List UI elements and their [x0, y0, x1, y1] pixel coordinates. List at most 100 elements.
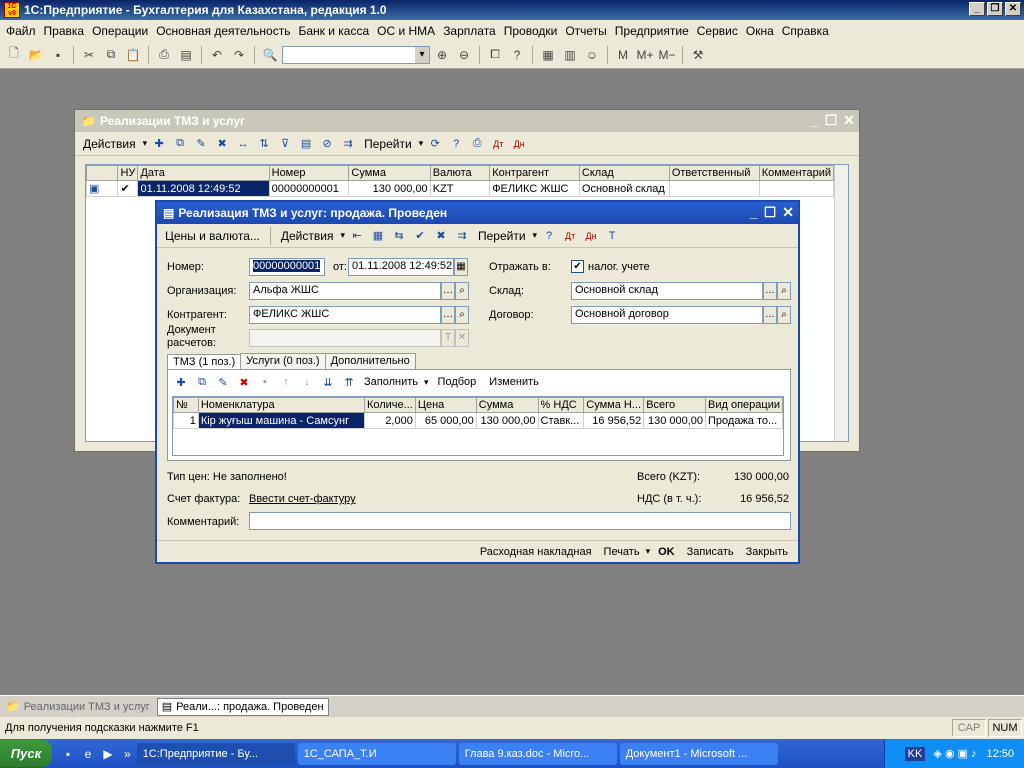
- doc-maximize-button[interactable]: ☐: [764, 204, 777, 221]
- contractor-open-icon[interactable]: ⌕: [455, 306, 469, 324]
- waybill-button[interactable]: Расходная накладная: [476, 546, 596, 558]
- sort-asc-icon[interactable]: ⇊: [319, 373, 337, 391]
- table-row[interactable]: 1 Кір жуғыш машина - Самсунг 2,000 65 00…: [173, 412, 783, 429]
- org-select-button[interactable]: …: [441, 282, 455, 300]
- filter-list-icon[interactable]: ▤: [297, 135, 315, 153]
- doc-actions-button[interactable]: Действия: [277, 229, 338, 243]
- list-vscroll[interactable]: [834, 165, 848, 441]
- filter-icon[interactable]: ⊽: [276, 135, 294, 153]
- goods-copy-icon[interactable]: ⧉: [193, 373, 211, 391]
- col-warehouse[interactable]: Склад: [578, 165, 670, 181]
- tools-icon[interactable]: ⚒: [688, 45, 708, 65]
- goods-edit-icon[interactable]: ✎: [214, 373, 232, 391]
- goods-col-n[interactable]: №: [173, 397, 199, 413]
- goods-col-qty[interactable]: Количе...: [363, 397, 416, 413]
- close-doc-button[interactable]: Закрыть: [742, 546, 792, 558]
- doc-minimize-button[interactable]: _: [750, 204, 758, 221]
- goods-delete-icon[interactable]: ✖: [235, 373, 253, 391]
- filter-off-icon[interactable]: ⊘: [318, 135, 336, 153]
- pick-button[interactable]: Подбор: [432, 376, 483, 388]
- refresh-icon[interactable]: ⟳: [426, 135, 444, 153]
- memory-minus-icon[interactable]: M−: [657, 45, 677, 65]
- list-print-icon[interactable]: ⎙: [468, 135, 486, 153]
- list-goto-button[interactable]: Перейти: [360, 137, 416, 151]
- menu-service[interactable]: Сервис: [693, 24, 742, 38]
- move-down-icon[interactable]: ↓: [298, 373, 316, 391]
- org-open-icon[interactable]: ⌕: [455, 282, 469, 300]
- menu-main-activity[interactable]: Основная деятельность: [152, 24, 294, 38]
- text-format-icon[interactable]: T: [603, 227, 621, 245]
- contractor-select-button[interactable]: …: [441, 306, 455, 324]
- col-number[interactable]: Номер: [268, 165, 350, 181]
- goods-col-vatsum[interactable]: Сумма Н...: [583, 397, 645, 413]
- fill-button[interactable]: Заполнить: [361, 376, 421, 388]
- wh-select-button[interactable]: …: [763, 282, 777, 300]
- doc-based-on-icon[interactable]: ⇉: [453, 227, 471, 245]
- calc-icon[interactable]: ▦: [369, 227, 387, 245]
- restore-button[interactable]: ❐: [987, 2, 1003, 16]
- col-comment[interactable]: Комментарий: [758, 165, 835, 181]
- contractor-field[interactable]: ФЕЛИКС ЖШС: [249, 306, 441, 324]
- back-icon[interactable]: ⇤: [348, 227, 366, 245]
- goods-add-icon[interactable]: ✚: [172, 373, 190, 391]
- sort-desc-icon[interactable]: ⇈: [340, 373, 358, 391]
- date-field[interactable]: 01.11.2008 12:49:52: [348, 258, 454, 276]
- edit-row-icon[interactable]: ✎: [192, 135, 210, 153]
- undo-icon[interactable]: ↶: [207, 45, 227, 65]
- tab-services[interactable]: Услуги (0 поз.): [240, 353, 326, 369]
- help-icon[interactable]: ?: [507, 45, 527, 65]
- goods-col-price[interactable]: Цена: [414, 397, 477, 413]
- list-help-icon[interactable]: ?: [447, 135, 465, 153]
- task-folder[interactable]: 1С_САПА_Т.И: [297, 742, 456, 765]
- menu-enterprise[interactable]: Предприятие: [611, 24, 693, 38]
- col-date[interactable]: Дата: [137, 165, 270, 181]
- print-icon[interactable]: ⎙: [154, 45, 174, 65]
- save-button[interactable]: Записать: [683, 546, 738, 558]
- menu-edit[interactable]: Правка: [40, 24, 89, 38]
- comment-field[interactable]: [249, 512, 791, 530]
- prices-currency-button[interactable]: Цены и валюта...: [161, 229, 264, 243]
- unpost-icon[interactable]: ✖: [432, 227, 450, 245]
- tab-additional[interactable]: Дополнительно: [324, 353, 416, 369]
- menu-reports[interactable]: Отчеты: [561, 24, 610, 38]
- memory-m-icon[interactable]: M: [613, 45, 633, 65]
- menu-assets[interactable]: ОС и НМА: [373, 24, 439, 38]
- col-nu[interactable]: НУ: [117, 165, 139, 181]
- search-combo[interactable]: [282, 45, 430, 64]
- number-field[interactable]: 00000000001: [249, 258, 325, 276]
- list-minimize-button[interactable]: _: [811, 112, 819, 129]
- cut-icon[interactable]: ✂: [79, 45, 99, 65]
- chevron-icon[interactable]: »: [124, 747, 131, 761]
- goods-col-total[interactable]: Всего: [643, 397, 707, 413]
- tray-icons[interactable]: ◈ ◉ ▣ ♪: [933, 747, 976, 760]
- quicklaunch-ie-icon[interactable]: e: [78, 744, 98, 764]
- move-up-icon[interactable]: ↑: [277, 373, 295, 391]
- menu-salary[interactable]: Зарплата: [439, 24, 500, 38]
- col-currency[interactable]: Валюта: [429, 165, 491, 181]
- ok-button[interactable]: OK: [654, 546, 679, 558]
- goods-end-edit-icon[interactable]: ▪: [256, 373, 274, 391]
- add-icon[interactable]: ✚: [150, 135, 168, 153]
- find-prev-icon[interactable]: ⊖: [454, 45, 474, 65]
- wh-open-icon[interactable]: ⌕: [777, 282, 791, 300]
- goods-col-item[interactable]: Номенклатура: [197, 397, 365, 413]
- menu-windows[interactable]: Окна: [742, 24, 778, 38]
- dt-kt-icon[interactable]: Дт: [489, 135, 507, 153]
- doc-dt-kt-icon[interactable]: Дт: [561, 227, 579, 245]
- dt-kt-n-icon[interactable]: Дн: [510, 135, 528, 153]
- start-button[interactable]: Пуск: [0, 740, 52, 767]
- paste-icon[interactable]: 📋: [123, 45, 143, 65]
- task-word-doc[interactable]: Документ1 - Microsoft ...: [619, 742, 778, 765]
- open-icon[interactable]: 📂: [26, 45, 46, 65]
- user-icon[interactable]: ☺: [582, 45, 602, 65]
- goods-col-vat[interactable]: % НДС: [537, 397, 585, 413]
- col-responsible[interactable]: Ответственный: [668, 165, 760, 181]
- task-word-chapter[interactable]: Глава 9.каз.doc - Micro...: [458, 742, 617, 765]
- menu-bank[interactable]: Банк и касса: [294, 24, 373, 38]
- minimize-button[interactable]: _: [969, 2, 985, 16]
- wh-field[interactable]: Основной склад: [571, 282, 763, 300]
- col-contractor[interactable]: Контрагент: [489, 165, 580, 181]
- task-1c[interactable]: 1С:Предприятие - Бу...: [136, 742, 295, 765]
- invoice-link[interactable]: Ввести счет-фактуру: [249, 493, 356, 505]
- doc-help-icon[interactable]: ?: [540, 227, 558, 245]
